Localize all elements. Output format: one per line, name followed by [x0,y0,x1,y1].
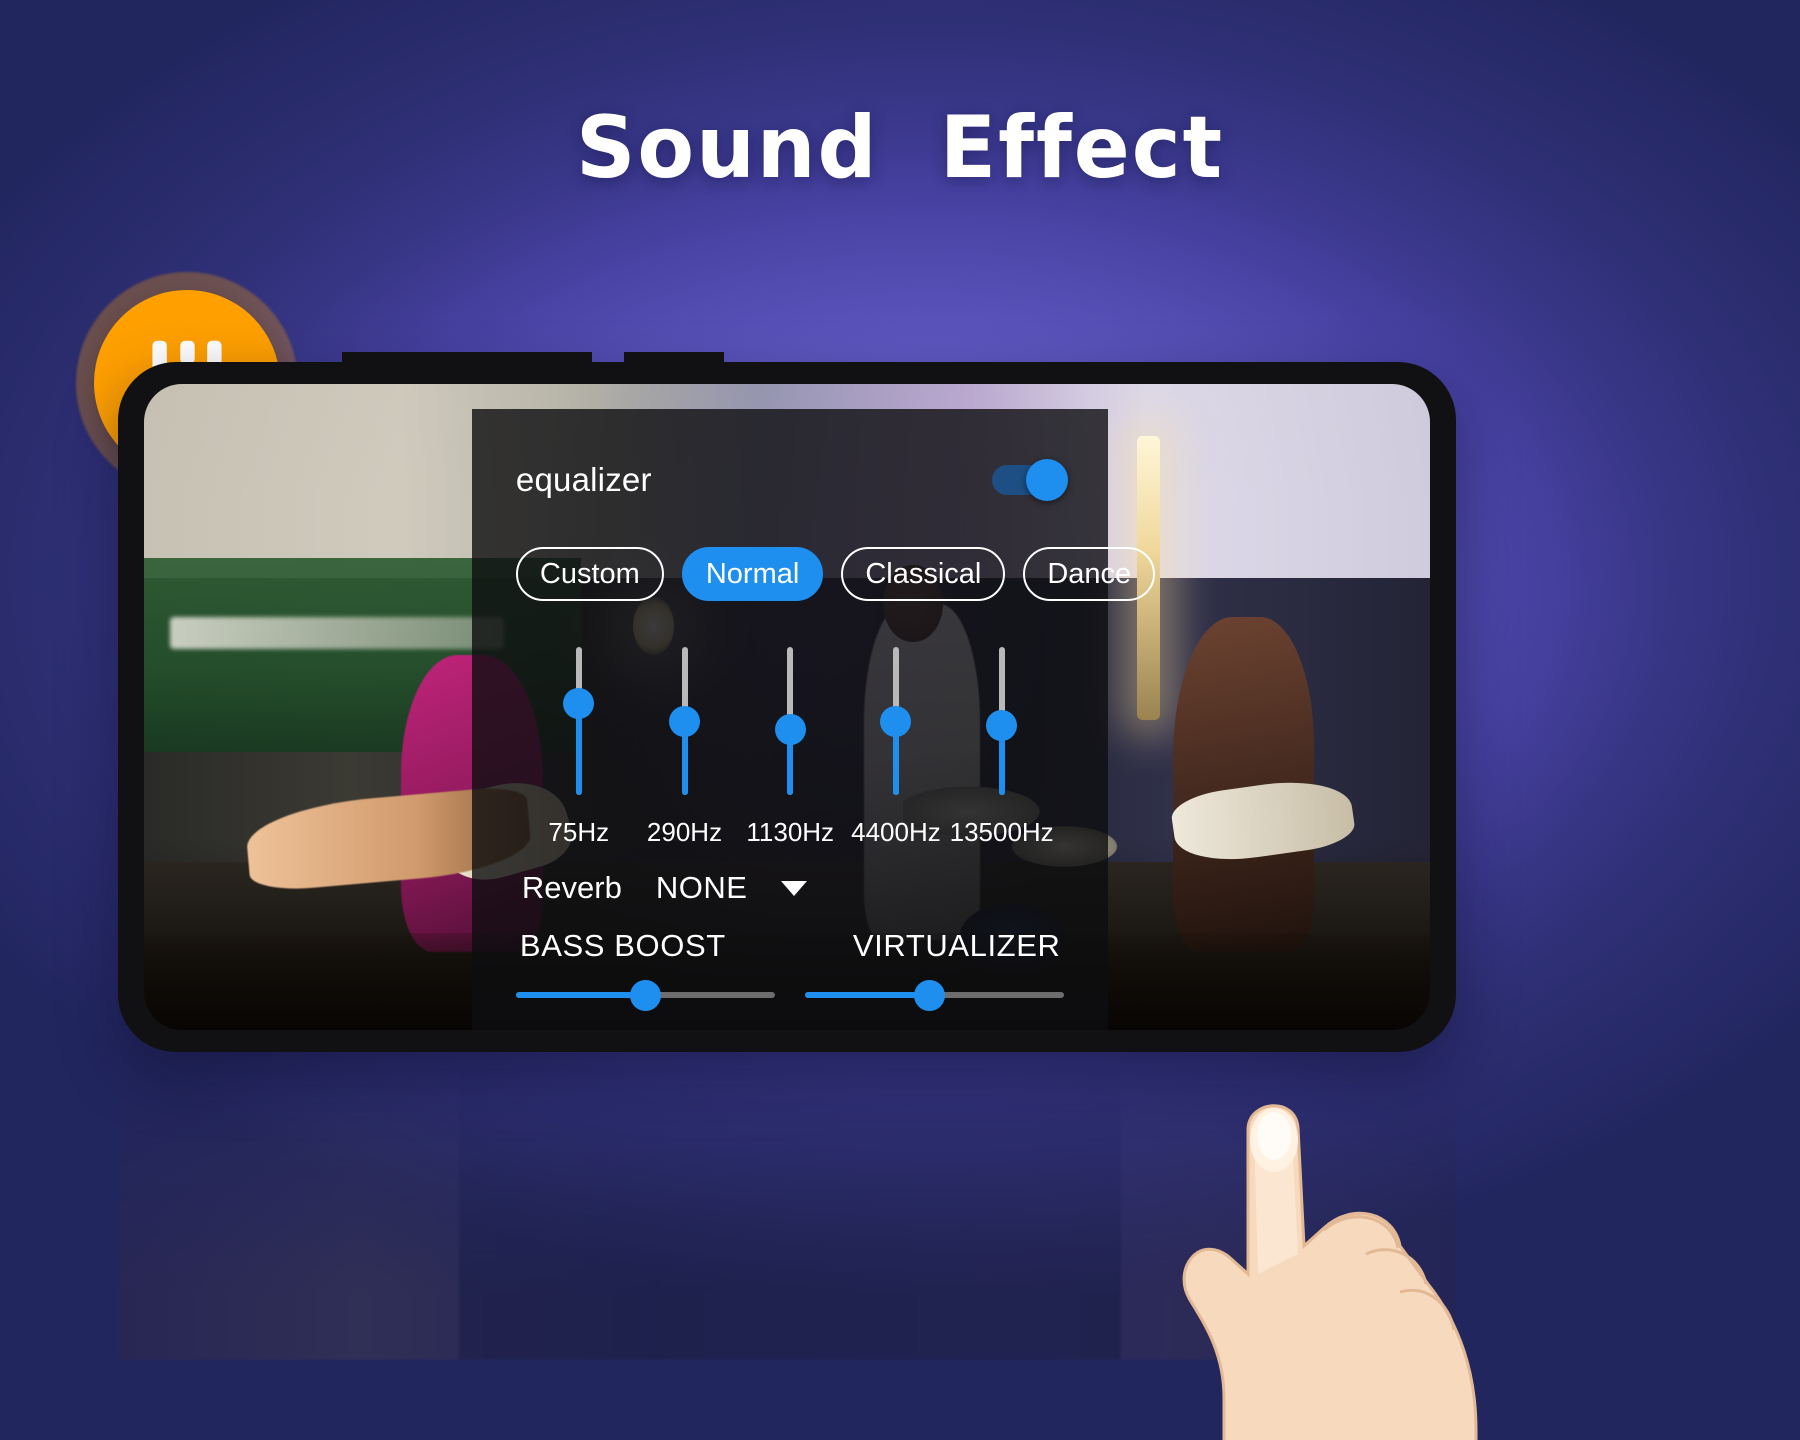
preset-normal[interactable]: Normal [681,546,824,602]
phone-notch-left [342,352,592,374]
preset-list: Custom Normal Classical Dance [515,546,1156,602]
equalizer-header: equalizer [515,458,1069,501]
band-4400hz: 4400Hz [843,647,949,848]
band-slider-290hz[interactable] [669,647,700,796]
band-290hz: 290Hz [632,647,738,848]
phone-screen: equalizer Custom Normal Classical Dance [144,384,1430,1030]
virtualizer-label: VIRTUALIZER [852,928,1061,964]
band-1130hz: 1130Hz [737,647,843,848]
bass-boost-label: BASS BOOST [519,928,726,964]
toggle-knob [1026,458,1069,501]
band-slider-13500hz[interactable] [986,647,1018,796]
virtualizer-slider[interactable] [805,979,1065,1011]
reverb-row: Reverb NONE [516,870,1065,906]
effect-label-row: BASS BOOST VIRTUALIZER [516,928,1065,964]
preset-classical[interactable]: Classical [841,546,1006,602]
equalizer-panel: equalizer Custom Normal Classical Dance [471,408,1156,1030]
phone-notch-right [624,352,724,374]
preset-custom[interactable]: Custom [515,546,664,602]
band-75hz: 75Hz [526,647,632,848]
band-label-75hz: 75Hz [548,817,610,848]
equalizer-title: equalizer [515,460,652,498]
reverb-value[interactable]: NONE [656,870,748,906]
band-label-1130hz: 1130Hz [746,817,835,848]
chevron-down-icon[interactable] [781,880,808,896]
effect-slider-row [515,979,1065,1011]
band-label-13500hz: 13500Hz [949,817,1054,848]
band-slider-4400hz[interactable] [880,647,912,796]
band-label-4400hz: 4400Hz [851,817,941,848]
page-title: Sound Effect [576,98,1224,198]
band-13500hz: 13500Hz [949,647,1055,848]
equalizer-power-toggle[interactable] [992,458,1069,501]
frequency-band-list: 75Hz 290Hz 1130Hz 4400Hz 13500Hz [516,647,1065,848]
band-slider-1130hz[interactable] [774,647,806,796]
phone-mockup: equalizer Custom Normal Classical Dance [118,352,1456,1052]
reverb-label: Reverb [521,870,622,906]
band-slider-75hz[interactable] [563,647,595,796]
preset-dance[interactable]: Dance [1023,546,1156,602]
bass-boost-slider[interactable] [515,979,776,1011]
band-label-290hz: 290Hz [646,817,723,848]
